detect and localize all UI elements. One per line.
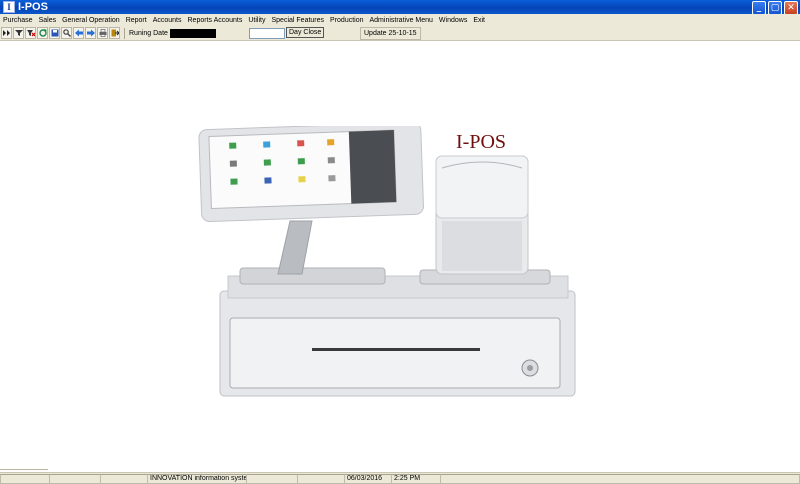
menu-sales[interactable]: Sales — [36, 17, 60, 24]
status-bar: INNOVATION information system 06/03/2016… — [0, 469, 800, 484]
running-date-value — [169, 28, 216, 38]
save-icon[interactable] — [49, 27, 60, 39]
menu-utility[interactable]: Utility — [245, 17, 268, 24]
toolbar: Runing Date Day Close Update 25-10-15 — [0, 26, 800, 41]
toolbar-separator — [124, 27, 125, 39]
menu-bar: Purchase Sales General Operation Report … — [0, 14, 800, 26]
menu-production[interactable]: Production — [327, 17, 366, 24]
menu-report[interactable]: Report — [123, 17, 150, 24]
filter-icon[interactable] — [13, 27, 24, 39]
statusbar-strip — [0, 469, 48, 472]
find-icon[interactable] — [61, 27, 72, 39]
window-title: I-POS — [18, 1, 48, 13]
menu-exit[interactable]: Exit — [470, 17, 488, 24]
menu-reports-accounts[interactable]: Reports Accounts — [185, 17, 246, 24]
title-bar: I I-POS _ ▢ ✕ — [0, 0, 800, 15]
exit-icon[interactable] — [109, 27, 120, 39]
window-controls: _ ▢ ✕ — [752, 1, 798, 15]
mdi-workspace: I-POS — [0, 41, 800, 471]
close-button[interactable]: ✕ — [784, 1, 798, 15]
print-icon[interactable] — [97, 27, 108, 39]
refresh-icon[interactable] — [37, 27, 48, 39]
update-label: Update 25-10-15 — [360, 27, 421, 40]
app-icon: I — [3, 1, 15, 13]
menu-general-operation[interactable]: General Operation — [59, 17, 123, 24]
menu-purchase[interactable]: Purchase — [0, 17, 36, 24]
maximize-button[interactable]: ▢ — [768, 1, 782, 15]
back-icon[interactable] — [73, 27, 84, 39]
running-date-label: Runing Date — [129, 29, 168, 37]
minimize-button[interactable]: _ — [752, 1, 766, 15]
menu-special-features[interactable]: Special Features — [269, 17, 328, 24]
forward-icon[interactable] — [85, 27, 96, 39]
clear-filter-icon[interactable] — [25, 27, 36, 39]
menu-accounts[interactable]: Accounts — [150, 17, 185, 24]
first-icon[interactable] — [1, 27, 12, 39]
menu-windows[interactable]: Windows — [436, 17, 470, 24]
day-close-input[interactable] — [249, 28, 285, 39]
pos-terminal-image — [198, 126, 576, 397]
menu-administrative[interactable]: Administrative Menu — [367, 17, 436, 24]
day-close-button[interactable]: Day Close — [286, 27, 325, 38]
